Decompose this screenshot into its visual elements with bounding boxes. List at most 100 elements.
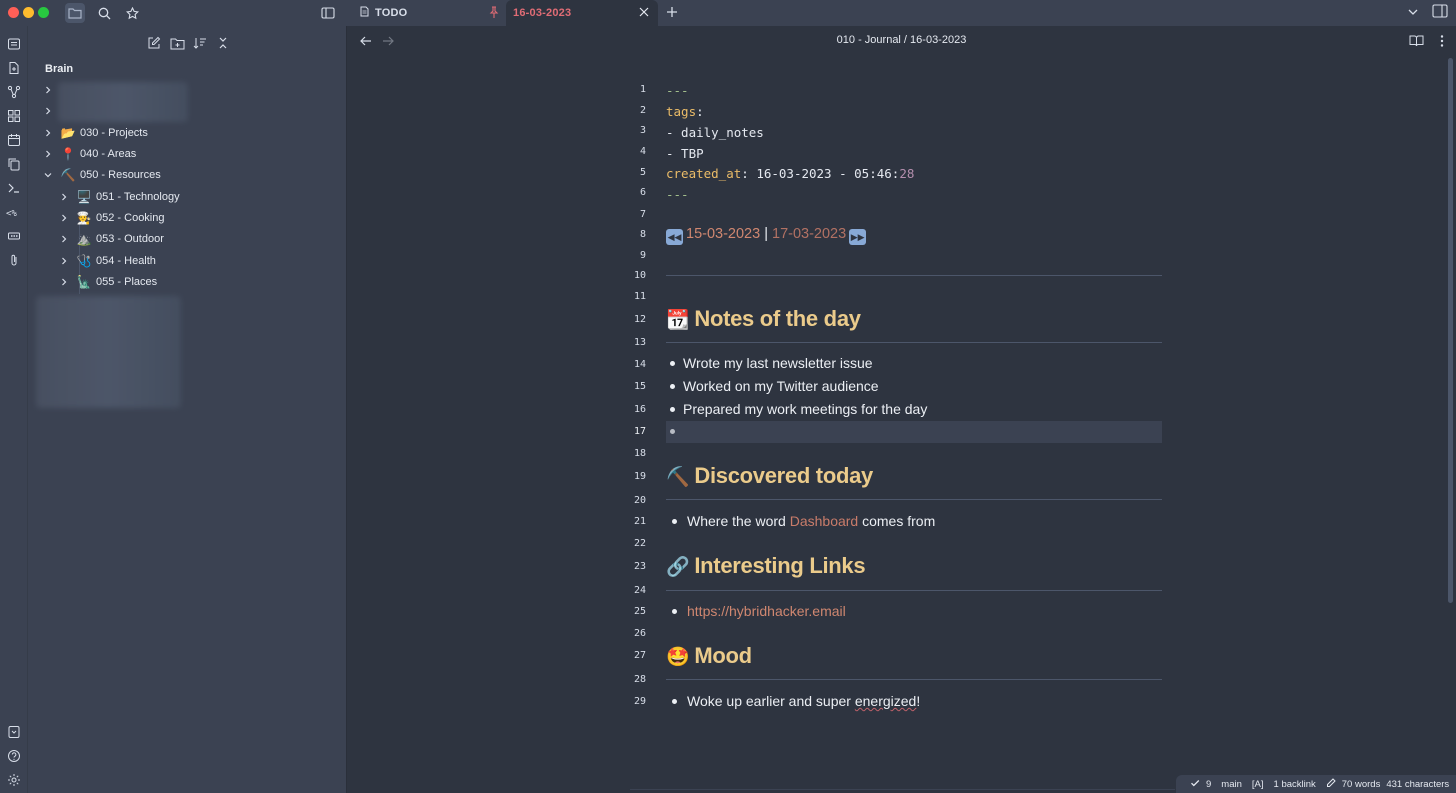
sync-count[interactable]: 9 [1206, 779, 1211, 790]
document-end-rule [630, 789, 1175, 790]
frontmatter-tag-item[interactable]: - TBP [666, 146, 704, 161]
command-palette-icon[interactable] [5, 35, 22, 52]
ribbon: <% [0, 26, 28, 793]
heading-discovered-today[interactable]: ⛏️ Discovered today [666, 463, 873, 489]
line-number: 25 [633, 606, 646, 617]
calendar-icon[interactable] [5, 131, 22, 148]
minimize-window-button[interactable] [23, 7, 34, 18]
next-day-link[interactable]: 17-03-2023 [772, 226, 846, 242]
list-item[interactable]: Worked on my Twitter audience [666, 378, 879, 394]
frontmatter-tags[interactable]: tags: [666, 104, 704, 119]
sync-check-icon[interactable] [1190, 778, 1200, 791]
tree-item-projects[interactable]: 📂 030 - Projects [42, 122, 148, 143]
heading-text: Interesting Links [694, 553, 866, 578]
breadcrumb[interactable]: 010 - Journal / 16-03-2023 [347, 34, 1456, 46]
previous-day-link[interactable]: 15-03-2023 [686, 226, 760, 242]
tree-item-label: 030 - Projects [80, 126, 148, 139]
chevron-down-icon[interactable] [1406, 5, 1420, 24]
vault-name[interactable]: Brain [45, 63, 73, 75]
tree-item-cooking[interactable]: 🧑‍🍳 052 - Cooking [58, 207, 165, 228]
heading-notes-of-the-day[interactable]: 📆 Notes of the day [666, 306, 861, 332]
paperclip-icon[interactable] [5, 251, 22, 268]
search-icon[interactable] [94, 3, 114, 23]
line-number: 6 [639, 187, 646, 198]
vault-switcher-icon[interactable] [5, 723, 22, 740]
editor-mode[interactable]: [A] [1252, 779, 1264, 790]
chevron-right-icon [58, 212, 70, 224]
frontmatter-tag-item[interactable]: - daily_notes [666, 125, 764, 140]
tree-item-label: 050 - Resources [80, 168, 161, 181]
folder-icon[interactable] [65, 3, 85, 23]
list-item[interactable]: Where the word Dashboard comes from [666, 513, 935, 529]
line-number: 9 [639, 250, 646, 261]
bullet-dot [670, 406, 675, 412]
frontmatter-delimiter[interactable]: --- [666, 83, 689, 98]
word-count: 70 words [1341, 778, 1381, 790]
file-plus-icon[interactable] [5, 59, 22, 76]
new-folder-icon[interactable] [169, 35, 185, 51]
calendar-emoji-icon: 📆 [666, 310, 690, 331]
list-item[interactable]: Prepared my work meetings for the day [666, 401, 927, 417]
tab-todo[interactable]: TODO [354, 0, 504, 26]
folder-emoji-icon: 📂 [60, 125, 76, 140]
internal-link-dashboard[interactable]: Dashboard [790, 513, 859, 529]
active-line-highlight[interactable] [666, 421, 1162, 443]
bullet-dot [672, 698, 677, 704]
help-icon[interactable] [5, 747, 22, 764]
settings-gear-icon[interactable] [5, 771, 22, 788]
line-number: 8 [639, 229, 646, 240]
line-number: 24 [633, 585, 646, 596]
dashboard-icon[interactable] [5, 107, 22, 124]
heading-interesting-links[interactable]: 🔗 Interesting Links [666, 553, 866, 579]
graph-view-icon[interactable] [5, 83, 22, 100]
templater-icon[interactable]: <% [5, 203, 22, 220]
line-number: 28 [633, 674, 646, 685]
line-number-current: 17 [633, 426, 646, 437]
tab-active-note[interactable]: 16-03-2023 [506, 0, 658, 26]
daily-note-navigation: ◀◀ 15-03-2023 | 17-03-2023 ▶▶ [666, 226, 867, 245]
new-note-icon[interactable] [146, 35, 162, 51]
tree-item-health[interactable]: 🩺 054 - Health [58, 250, 156, 271]
frontmatter-delimiter[interactable]: --- [666, 187, 689, 202]
character-count: 431 characters [1386, 778, 1450, 790]
tree-item-outdoor[interactable]: ⛰️ 053 - Outdoor [58, 228, 164, 249]
list-item[interactable]: Woke up earlier and super energized! [666, 693, 920, 709]
pin-icon[interactable] [489, 6, 499, 24]
reading-mode-icon[interactable] [1409, 34, 1424, 52]
editor-scrollbar[interactable] [1448, 58, 1453, 603]
sort-icon[interactable] [192, 35, 208, 51]
heading-text: Mood [694, 643, 752, 668]
zoom-window-button[interactable] [38, 7, 49, 18]
new-tab-icon[interactable] [664, 4, 680, 25]
chevron-right-icon [42, 105, 54, 117]
line-number: 5 [639, 167, 646, 178]
horizontal-rule [666, 275, 1162, 276]
line-number: 13 [633, 337, 646, 348]
toggle-right-sidebar-icon[interactable] [1432, 4, 1448, 23]
bullet-dot [670, 428, 675, 434]
list-item[interactable]: Wrote my last newsletter issue [666, 355, 873, 371]
backlink-count[interactable]: 1 backlink [1274, 779, 1316, 790]
list-item-empty[interactable] [666, 423, 683, 439]
heading-mood[interactable]: 🤩 Mood [666, 643, 752, 669]
tree-item-places[interactable]: 🗽 055 - Places [58, 271, 157, 292]
slides-icon[interactable] [5, 227, 22, 244]
frontmatter-created-at[interactable]: created_at: 16-03-2023 - 05:46:28 [666, 166, 914, 181]
toggle-sidebar-icon[interactable] [318, 3, 338, 23]
tree-item-resources[interactable]: ⛏️ 050 - Resources [42, 164, 161, 185]
copy-icon[interactable] [5, 155, 22, 172]
spellcheck-word: energized [854, 693, 917, 709]
close-window-button[interactable] [8, 7, 19, 18]
tree-item-technology[interactable]: 🖥️ 051 - Technology [58, 186, 180, 207]
collapse-all-icon[interactable] [215, 35, 231, 51]
git-branch[interactable]: main [1221, 779, 1242, 790]
line-number: 27 [633, 650, 646, 661]
external-link[interactable]: https://hybridhacker.email [687, 603, 846, 619]
list-item[interactable]: https://hybridhacker.email [666, 603, 846, 619]
tree-item-areas[interactable]: 📍 040 - Areas [42, 143, 136, 164]
frontmatter-value: : 16-03-2023 - 05:46: [741, 166, 900, 181]
more-options-icon[interactable] [1435, 34, 1449, 53]
star-icon[interactable] [122, 3, 142, 23]
close-tab-icon[interactable] [638, 6, 650, 21]
terminal-icon[interactable] [5, 179, 22, 196]
